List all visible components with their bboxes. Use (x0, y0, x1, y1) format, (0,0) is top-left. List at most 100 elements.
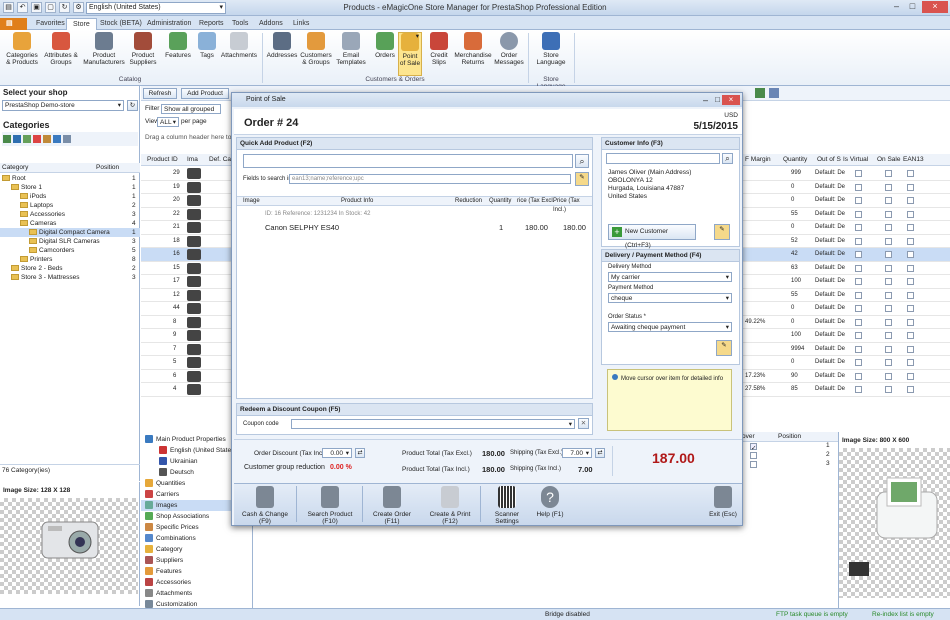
tools-icon[interactable] (63, 135, 71, 143)
apply-shipping-icon[interactable]: ⇄ (595, 448, 605, 458)
scanner-settings-button[interactable]: Scanner Settings (484, 486, 530, 525)
refresh-icon[interactable] (13, 135, 21, 143)
on-sale-checkbox[interactable] (885, 224, 892, 231)
property-item[interactable]: Features (141, 566, 252, 577)
shipping-input[interactable]: 7.00 (562, 448, 592, 458)
virtual-checkbox[interactable] (855, 197, 862, 204)
col-image[interactable]: Ima (187, 154, 198, 165)
col-position[interactable]: Position (96, 163, 119, 172)
customer-search-input[interactable] (606, 153, 720, 164)
virtual-checkbox[interactable] (855, 264, 862, 272)
item-quantity[interactable]: 1 (499, 223, 503, 232)
customer-search-icon[interactable]: ⌕ (722, 153, 733, 164)
category-tree-item[interactable]: Cameras 4 (0, 219, 140, 228)
order-discount-input[interactable]: 0.00 (322, 448, 352, 458)
order-messages-button[interactable]: Order Messages (494, 32, 524, 66)
virtual-checkbox[interactable] (855, 332, 862, 339)
customers-groups-button[interactable]: Customers & Groups (300, 32, 332, 66)
tab-reports[interactable]: Reports (193, 18, 230, 30)
ean13-checkbox[interactable] (907, 318, 914, 326)
col-on-sale[interactable]: On Sale (877, 154, 901, 165)
category-tree-item[interactable]: Camcorders 5 (0, 246, 140, 255)
col-margin[interactable]: F Margin (745, 154, 771, 165)
col-out-of-stock[interactable]: Out of S (817, 154, 841, 165)
on-sale-checkbox[interactable] (885, 210, 892, 218)
search-product-button[interactable]: Search Product (F10) (300, 486, 360, 525)
ean13-checkbox[interactable] (907, 197, 914, 204)
on-sale-checkbox[interactable] (885, 345, 892, 353)
shop-refresh-button[interactable]: ↻ (127, 100, 138, 111)
payment-select[interactable]: cheque (608, 293, 732, 303)
create-print-button[interactable]: Create & Print (F12) (422, 486, 478, 525)
tags-button[interactable]: Tags (196, 32, 218, 59)
on-sale-checkbox[interactable] (885, 197, 892, 204)
on-sale-checkbox[interactable] (885, 318, 892, 326)
on-sale-checkbox[interactable] (885, 332, 892, 339)
add-icon[interactable] (3, 135, 11, 143)
add-category-icon[interactable] (23, 135, 31, 143)
product-search-input[interactable] (243, 154, 573, 168)
virtual-checkbox[interactable] (855, 372, 862, 380)
addresses-button[interactable]: Addresses (266, 32, 298, 59)
ean13-checkbox[interactable] (907, 291, 914, 299)
category-tree-item[interactable]: Root 1 (0, 174, 140, 183)
exit-button[interactable]: Exit (Esc) (708, 486, 738, 518)
ean13-checkbox[interactable] (907, 278, 914, 285)
tab-links[interactable]: Links (287, 18, 315, 30)
minimize-button[interactable]: – (890, 1, 903, 13)
orders-button[interactable]: Orders (372, 32, 398, 59)
delivery-select[interactable]: My carrier (608, 272, 732, 282)
virtual-checkbox[interactable] (855, 170, 862, 177)
delete-icon[interactable] (33, 135, 41, 143)
association-row[interactable]: 2 (738, 451, 838, 460)
property-item[interactable]: Accessories (141, 577, 252, 588)
on-sale-checkbox[interactable] (885, 251, 892, 258)
category-tree-item[interactable]: Store 2 - Beds 2 (0, 264, 140, 273)
status-select[interactable]: Awaiting cheque payment (608, 322, 732, 332)
features-button[interactable]: Features (164, 32, 192, 59)
add-product-button[interactable]: Add Product (181, 88, 229, 99)
category-tree-item[interactable]: Accessories 3 (0, 210, 140, 219)
file-tab[interactable]: ▤ (0, 18, 27, 30)
coupon-select[interactable] (291, 419, 575, 429)
virtual-checkbox[interactable] (855, 345, 862, 353)
col-is-virtual[interactable]: Is Virtual (843, 154, 868, 165)
ean13-checkbox[interactable] (907, 210, 914, 218)
ean13-checkbox[interactable] (907, 170, 914, 177)
category-tree-item[interactable]: Printers 8 (0, 255, 140, 264)
folder-icon[interactable] (43, 135, 51, 143)
dialog-minimize-button[interactable]: – (703, 93, 708, 107)
virtual-checkbox[interactable] (855, 251, 862, 258)
association-row[interactable]: 3 (738, 460, 838, 469)
on-sale-checkbox[interactable] (885, 237, 892, 245)
tab-stock[interactable]: Stock (BETA) (94, 18, 148, 30)
email-templates-button[interactable]: Email Templates (336, 32, 366, 66)
tab-tools[interactable]: Tools (226, 18, 254, 30)
copy-icon[interactable] (53, 135, 61, 143)
virtual-checkbox[interactable] (855, 386, 862, 393)
virtual-checkbox[interactable] (855, 305, 862, 312)
manufacturers-button[interactable]: Product Manufacturers (83, 32, 125, 66)
on-sale-checkbox[interactable] (885, 386, 892, 393)
association-checkbox[interactable] (750, 461, 757, 468)
category-tree-item[interactable]: Digital SLR Cameras 3 (0, 237, 140, 246)
tab-favorites[interactable]: Favorites (30, 18, 71, 30)
virtual-checkbox[interactable] (855, 210, 862, 218)
ean13-checkbox[interactable] (907, 237, 914, 245)
col-over[interactable]: over (742, 432, 755, 442)
edit-status-icon[interactable]: ✎ (716, 340, 732, 356)
maximize-button[interactable]: □ (906, 1, 919, 13)
tab-administration[interactable]: Administration (141, 18, 197, 30)
virtual-checkbox[interactable] (855, 224, 862, 231)
ean13-checkbox[interactable] (907, 224, 914, 231)
store-language-button[interactable]: Store Language (532, 32, 570, 66)
category-tree-item[interactable]: Laptops 2 (0, 201, 140, 210)
association-row[interactable]: ✓ 1 (738, 442, 838, 452)
on-sale-checkbox[interactable] (885, 305, 892, 312)
on-sale-checkbox[interactable] (885, 264, 892, 272)
property-item[interactable]: Attachments (141, 588, 252, 599)
dialog-maximize-button[interactable]: □ (715, 93, 720, 107)
on-sale-checkbox[interactable] (885, 170, 892, 177)
virtual-checkbox[interactable] (855, 291, 862, 299)
virtual-checkbox[interactable] (855, 359, 862, 366)
